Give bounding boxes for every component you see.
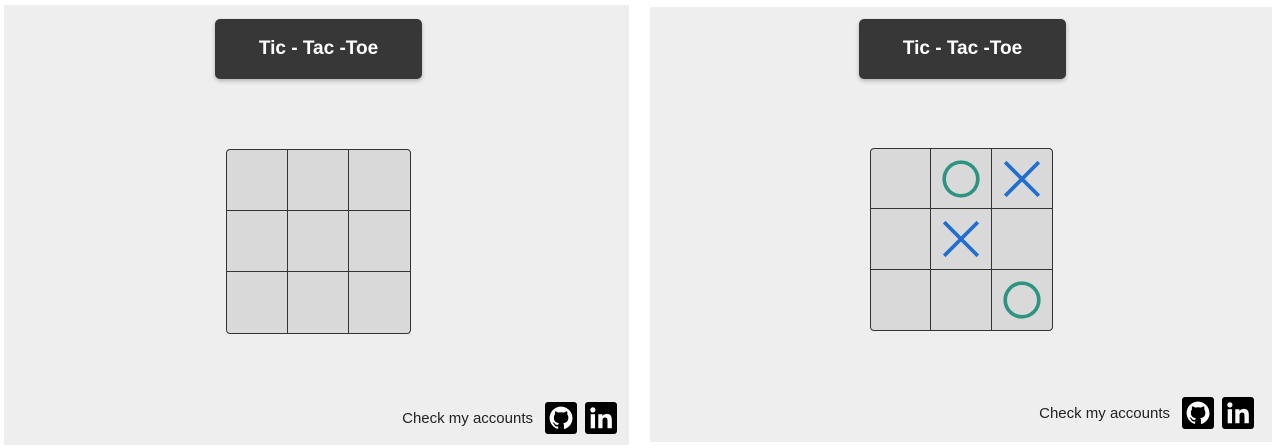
- board-cell-4[interactable]: [871, 209, 932, 270]
- board-cell-6[interactable]: [991, 209, 1052, 270]
- x-mark-icon: [1003, 160, 1040, 197]
- board-cell-8[interactable]: [288, 272, 349, 333]
- o-mark-icon: [942, 160, 980, 198]
- board-cell-6[interactable]: [349, 211, 410, 272]
- o-mark-icon: [1003, 281, 1041, 319]
- linkedin-link[interactable]: [585, 402, 617, 434]
- board-cell-2[interactable]: [931, 149, 992, 210]
- x-mark-icon: [942, 220, 980, 258]
- board-cell-5[interactable]: [931, 209, 992, 270]
- game-board: [226, 149, 411, 334]
- board-cell-8[interactable]: [931, 269, 992, 330]
- board-cell-9[interactable]: [349, 272, 410, 333]
- linkedin-icon: [1227, 402, 1249, 424]
- footer-text: Check my accounts: [1039, 404, 1170, 422]
- linkedin-link[interactable]: [1222, 397, 1254, 429]
- board-cell-5[interactable]: [288, 211, 349, 272]
- github-link[interactable]: [545, 402, 577, 434]
- github-icon: [549, 406, 573, 429]
- page-title: Tic - Tac -Toe: [859, 19, 1066, 79]
- board-cell-2[interactable]: [288, 150, 349, 211]
- game-board: [870, 148, 1053, 331]
- board-cell-9[interactable]: [992, 270, 1052, 330]
- board-cell-3[interactable]: [991, 149, 1052, 210]
- game-screen-empty: Tic - Tac -Toe Check my accounts: [4, 5, 629, 445]
- github-icon: [1186, 401, 1210, 424]
- page-title: Tic - Tac -Toe: [215, 19, 422, 79]
- board-cell-7[interactable]: [871, 269, 932, 330]
- board-cell-3[interactable]: [349, 150, 410, 211]
- footer-text: Check my accounts: [402, 409, 533, 427]
- github-link[interactable]: [1182, 397, 1214, 429]
- footer-accounts: Check my accounts: [1039, 397, 1254, 429]
- board-cell-1[interactable]: [227, 150, 288, 211]
- board-cell-7[interactable]: [227, 272, 288, 333]
- screenshot-stage: Tic - Tac -Toe Check my accounts Tic - T…: [0, 0, 1276, 448]
- footer-accounts: Check my accounts: [402, 402, 617, 434]
- board-cell-1[interactable]: [871, 149, 932, 210]
- game-screen-in-progress: Tic - Tac -Toe Check my accounts: [650, 7, 1272, 442]
- linkedin-icon: [590, 407, 612, 429]
- board-cell-4[interactable]: [227, 211, 288, 272]
